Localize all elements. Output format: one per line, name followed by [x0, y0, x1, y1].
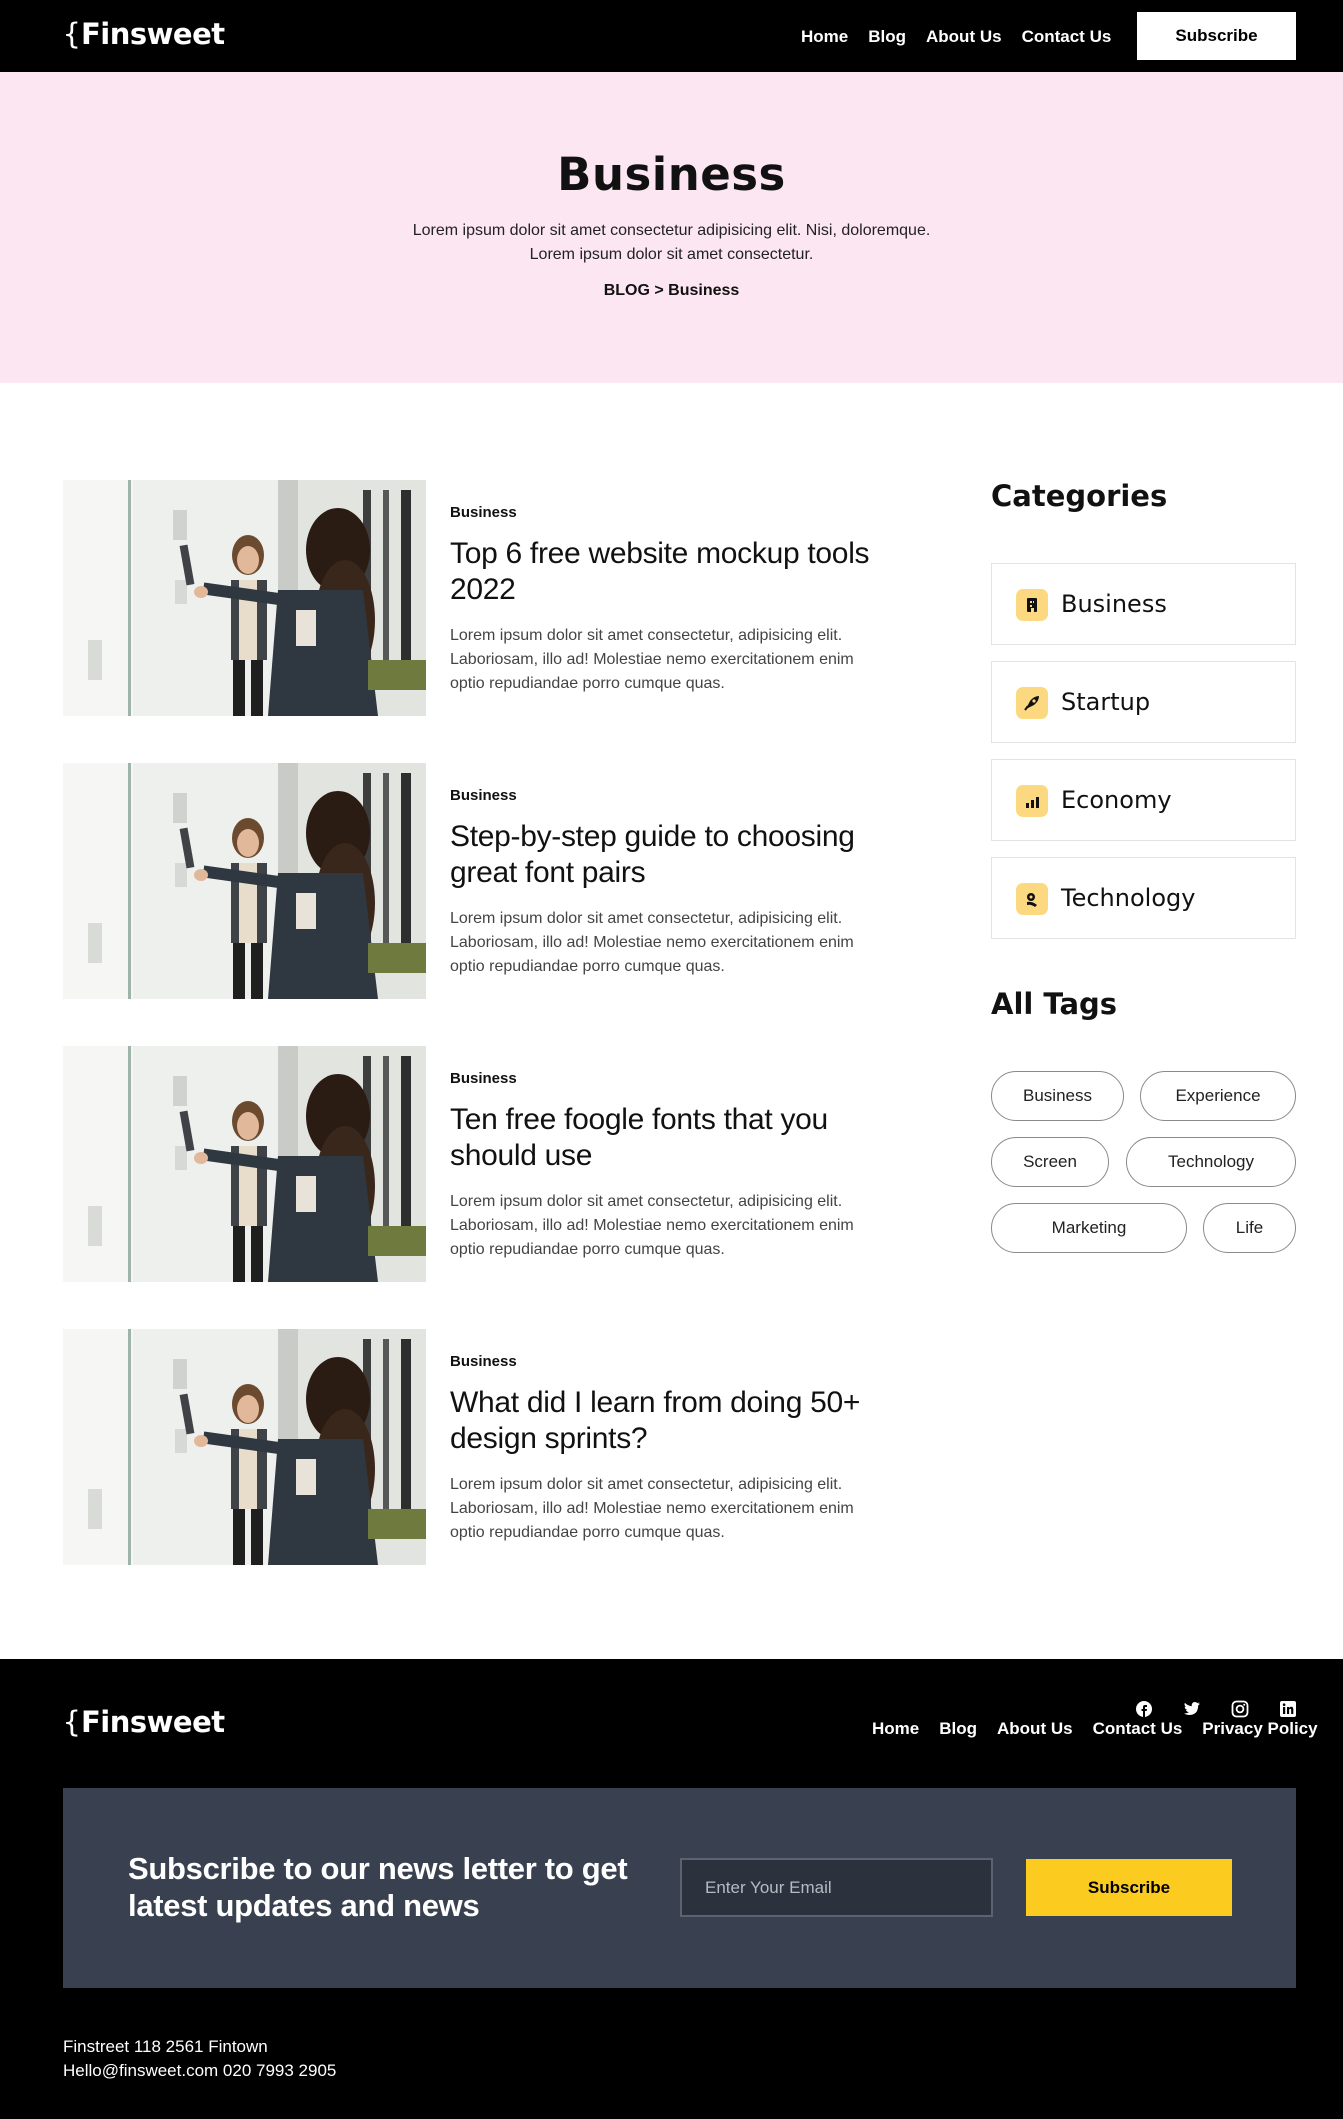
logo-text: Finsweet [80, 1705, 225, 1739]
post-category[interactable]: Business [450, 1070, 517, 1087]
main-nav: Home Blog About Us Contact Us [801, 27, 1111, 47]
post-title[interactable]: Ten free foogle fonts that you should us… [450, 1102, 910, 1174]
category-label: Economy [1061, 786, 1172, 814]
bar-chart-icon [1016, 785, 1048, 817]
hero-description-line: Lorem ipsum dolor sit amet consectetur a… [412, 222, 931, 239]
post-thumbnail[interactable] [63, 1046, 426, 1282]
category-label: Startup [1061, 688, 1151, 716]
twitter-icon[interactable] [1177, 1694, 1207, 1724]
page-title: Business [557, 148, 786, 201]
tag-business[interactable]: Business [991, 1071, 1124, 1121]
post-excerpt: Lorem ipsum dolor sit amet consectetur, … [450, 1193, 854, 1258]
tag-marketing[interactable]: Marketing [991, 1203, 1187, 1253]
post-card[interactable]: Business What did I learn from doing 50+… [63, 1329, 903, 1565]
post-category[interactable]: Business [450, 504, 517, 521]
building-icon [1016, 589, 1048, 621]
newsletter-subscribe-button[interactable]: Subscribe [1026, 1859, 1232, 1916]
instagram-icon[interactable] [1225, 1694, 1255, 1724]
nav-about-link[interactable]: About Us [926, 27, 1002, 47]
tags-heading: All Tags [991, 987, 1118, 1021]
logo-text: Finsweet [80, 17, 225, 51]
rocket-icon [1016, 687, 1048, 719]
facebook-icon[interactable] [1129, 1694, 1159, 1724]
logo-brace: { [63, 17, 80, 51]
hero-description: Lorem ipsum dolor sit amet consectetur a… [0, 219, 1343, 267]
hero-description-line: Lorem ipsum dolor sit amet consectetur. [529, 246, 814, 263]
category-item-business[interactable]: Business [991, 563, 1296, 645]
logo[interactable]: {Finsweet [63, 17, 225, 51]
newsletter-title: Subscribe to our news letter to get late… [128, 1851, 628, 1923]
post-title[interactable]: Top 6 free website mockup tools 2022 [450, 536, 910, 608]
nav-contact-link[interactable]: Contact Us [1022, 27, 1112, 47]
page-hero: Business Lorem ipsum dolor sit amet cons… [0, 72, 1343, 383]
post-card[interactable]: Business Top 6 free website mockup tools… [63, 480, 903, 716]
nav-home-link[interactable]: Home [801, 27, 848, 47]
post-excerpt: Lorem ipsum dolor sit amet consectetur, … [450, 1476, 854, 1541]
categories-heading: Categories [991, 479, 1168, 513]
newsletter-box: Subscribe to our news letter to get late… [63, 1788, 1296, 1988]
category-item-startup[interactable]: Startup [991, 661, 1296, 743]
tag-technology[interactable]: Technology [1126, 1137, 1296, 1187]
post-category[interactable]: Business [450, 1353, 517, 1370]
footer-about-link[interactable]: About Us [997, 1719, 1073, 1739]
header-subscribe-button[interactable]: Subscribe [1137, 12, 1296, 60]
top-navbar: {Finsweet Home Blog About Us Contact Us … [0, 0, 1343, 72]
post-thumbnail[interactable] [63, 1329, 426, 1565]
breadcrumb[interactable]: BLOG > Business [0, 282, 1343, 300]
email-input[interactable] [680, 1858, 993, 1917]
post-title[interactable]: What did I learn from doing 50+ design s… [450, 1385, 910, 1457]
category-label: Business [1061, 590, 1167, 618]
tag-life[interactable]: Life [1203, 1203, 1296, 1253]
footer-address: Finstreet 118 2561 Fintown [63, 2037, 268, 2056]
gear-hand-icon [1016, 883, 1048, 915]
tag-experience[interactable]: Experience [1140, 1071, 1296, 1121]
linkedin-icon[interactable] [1273, 1694, 1303, 1724]
category-item-technology[interactable]: Technology [991, 857, 1296, 939]
post-excerpt: Lorem ipsum dolor sit amet consectetur, … [450, 627, 854, 692]
post-title[interactable]: Step-by-step guide to choosing great fon… [450, 819, 910, 891]
footer-home-link[interactable]: Home [872, 1719, 919, 1739]
post-category[interactable]: Business [450, 787, 517, 804]
post-thumbnail[interactable] [63, 480, 426, 716]
nav-blog-link[interactable]: Blog [868, 27, 906, 47]
post-thumbnail[interactable] [63, 763, 426, 999]
footer-contact-info: Hello@finsweet.com 020 7993 2905 [63, 2061, 337, 2080]
footer-blog-link[interactable]: Blog [939, 1719, 977, 1739]
post-excerpt: Lorem ipsum dolor sit amet consectetur, … [450, 910, 854, 975]
tag-screen[interactable]: Screen [991, 1137, 1109, 1187]
post-card[interactable]: Business Step-by-step guide to choosing … [63, 763, 903, 999]
category-item-economy[interactable]: Economy [991, 759, 1296, 841]
footer-logo[interactable]: {Finsweet [63, 1705, 225, 1739]
logo-brace: { [63, 1705, 80, 1739]
category-label: Technology [1061, 884, 1196, 912]
post-card[interactable]: Business Ten free foogle fonts that you … [63, 1046, 903, 1282]
